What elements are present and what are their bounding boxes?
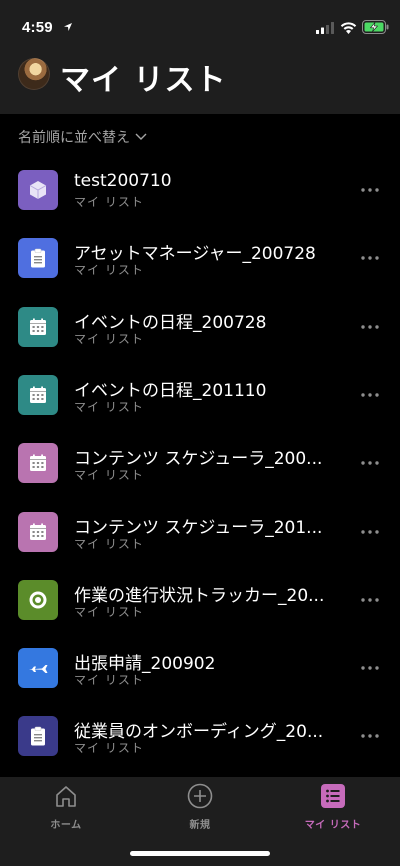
wifi-icon (340, 22, 357, 34)
tab-my-lists[interactable]: マイ リスト (278, 783, 388, 837)
list-item[interactable]: 従業員のオンボーディング_20... マイ リスト (0, 716, 400, 784)
list-item-subtitle: マイ リスト (74, 263, 144, 278)
more-options-icon[interactable] (356, 660, 384, 676)
tab-new[interactable]: 新規 (145, 783, 255, 837)
calendar-icon (18, 443, 58, 484)
tab-my-lists-label: マイ リスト (304, 820, 362, 831)
clipboard-icon (18, 716, 58, 757)
home-icon (56, 786, 76, 807)
airplane-icon (18, 648, 58, 689)
list-item[interactable]: コンテンツ スケジューラ_200... マイ リスト (0, 443, 400, 511)
list-item-subtitle: マイ リスト (74, 673, 144, 688)
calendar-icon (18, 511, 58, 552)
list-item-subtitle: マイ リスト (74, 536, 144, 551)
chevron-down-icon (135, 133, 147, 140)
calendar-icon (18, 306, 58, 347)
more-options-icon[interactable] (356, 250, 384, 266)
list-item[interactable]: イベントの日程_201110 マイ リスト (0, 374, 400, 443)
tab-home-label: ホーム (50, 820, 82, 831)
page-title: マイ リスト (60, 63, 227, 98)
status-time: 4:59 (22, 19, 53, 36)
list-item-title: test200710 (74, 171, 172, 191)
list-item[interactable]: コンテンツ スケジューラ_201... マイ リスト (0, 511, 400, 580)
battery-charging-icon (362, 20, 389, 34)
more-options-icon[interactable] (356, 728, 384, 744)
list-item-subtitle: マイ リスト (74, 468, 144, 483)
location-arrow-icon (64, 23, 72, 31)
cube-icon (18, 170, 58, 210)
list-item-subtitle: マイ リスト (74, 741, 144, 756)
list-item-subtitle: マイ リスト (74, 604, 144, 619)
list-item-subtitle: マイ リスト (74, 399, 144, 414)
status-bar: 4:59 (0, 0, 400, 44)
sort-button[interactable]: 名前順に並べ替え (18, 126, 147, 148)
tab-home[interactable]: ホーム (11, 783, 121, 837)
more-options-icon[interactable] (356, 319, 384, 335)
list-item[interactable]: アセットマネージャー_200728 マイ リスト (0, 238, 400, 306)
more-options-icon[interactable] (356, 524, 384, 540)
list-item-subtitle: マイ リスト (74, 331, 144, 346)
clipboard-icon (18, 238, 58, 279)
list-item[interactable]: 作業の進行状況トラッカー_20... マイ リスト (0, 579, 400, 648)
list-item[interactable]: 出張申請_200902 マイ リスト (0, 648, 400, 716)
header: 4:59 マイ リスト (0, 0, 400, 114)
list-item[interactable]: test200710 マイ リスト (0, 170, 400, 238)
target-icon (18, 579, 58, 620)
calendar-icon (18, 374, 58, 415)
more-options-icon[interactable] (356, 592, 384, 608)
plus-circle-icon (187, 783, 213, 809)
list-icon (321, 784, 345, 808)
list-item-subtitle: マイ リスト (74, 195, 144, 209)
cellular-signal-icon (316, 22, 334, 34)
home-indicator (130, 851, 270, 856)
sort-label: 名前順に並べ替え (18, 130, 130, 146)
tab-new-label: 新規 (189, 820, 211, 831)
more-options-icon[interactable] (356, 182, 384, 198)
list-item[interactable]: イベントの日程_200728 マイ リスト (0, 306, 400, 375)
more-options-icon[interactable] (356, 455, 384, 471)
more-options-icon[interactable] (356, 387, 384, 403)
avatar[interactable] (18, 58, 50, 90)
